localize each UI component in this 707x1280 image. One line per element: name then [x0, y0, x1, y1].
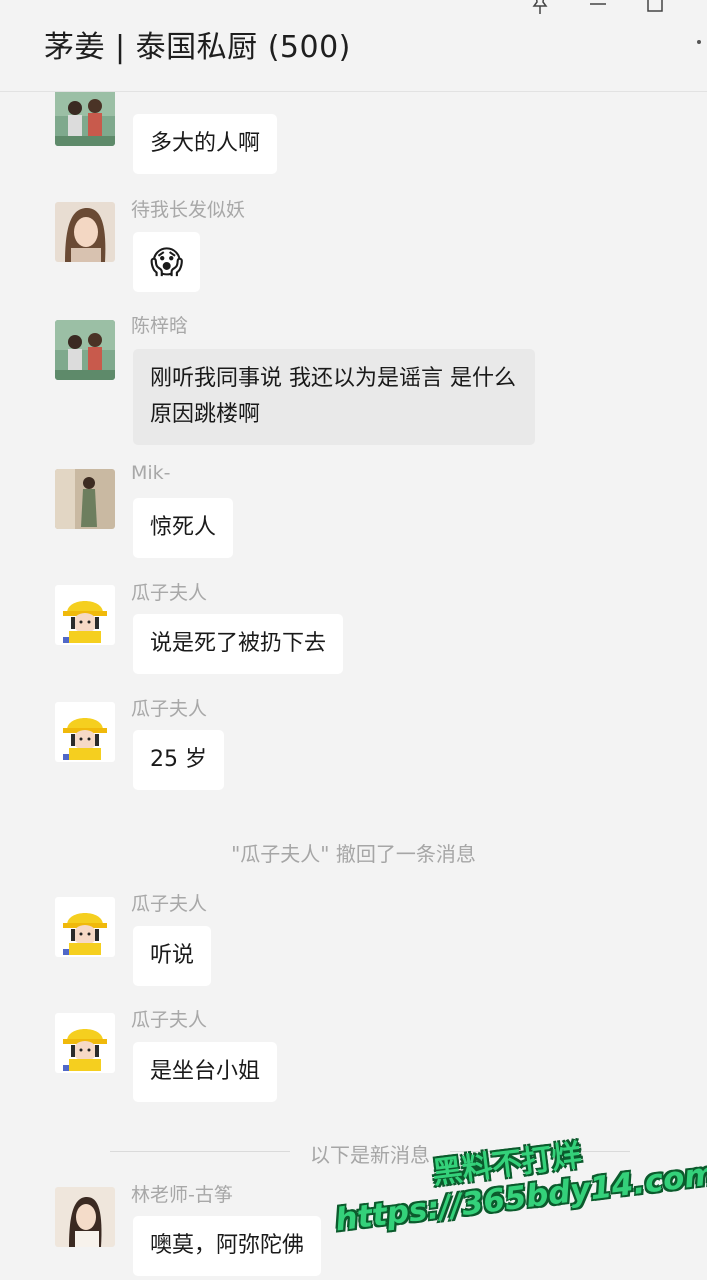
sender-name: 瓜子夫人 — [131, 582, 208, 604]
avatar[interactable] — [55, 469, 115, 529]
message-bubble[interactable]: 多大的人啊 — [133, 114, 278, 174]
avatar[interactable] — [55, 1013, 115, 1073]
sender-name: 瓜子夫人 — [131, 893, 208, 915]
message-bubble[interactable]: 刚听我同事说 我还以为是谣言 是什么原因跳楼啊 — [133, 349, 535, 445]
avatar[interactable] — [55, 320, 115, 380]
message-bubble[interactable]: 是坐台小姐 — [133, 1042, 278, 1102]
sender-name: 林老师-古筝 — [131, 1184, 233, 1206]
watermark: 黑料不打烊 https://365bdy14.com — [320, 1112, 707, 1279]
maximize-button[interactable] — [643, 0, 667, 18]
sender-name: 待我长发似妖 — [131, 199, 246, 221]
minimize-button[interactable] — [586, 0, 610, 18]
chat-title: 茅姜 | 泰国私厨 (500) — [44, 30, 351, 65]
more-options-icon[interactable] — [697, 40, 701, 44]
sender-name: 陈梓晗 — [131, 315, 189, 337]
avatar[interactable] — [55, 897, 115, 957]
avatar[interactable] — [55, 1187, 115, 1247]
message-bubble[interactable]: 😱 — [133, 232, 201, 292]
avatar[interactable] — [55, 202, 115, 262]
chat-window: 茅姜 | 泰国私厨 (500) 多大的人啊 待我长发似妖 😱 陈梓晗 刚听我同事… — [0, 0, 707, 1280]
pin-icon[interactable] — [528, 0, 552, 18]
sender-name: 瓜子夫人 — [131, 1009, 208, 1031]
chat-header: 茅姜 | 泰国私厨 (500) — [0, 0, 707, 92]
message-bubble[interactable]: 惊死人 — [133, 498, 234, 558]
message-bubble[interactable]: 听说 — [133, 926, 212, 986]
sender-name: Mik- — [131, 462, 171, 484]
avatar[interactable] — [55, 86, 115, 146]
recall-notice: "瓜子夫人" 撤回了一条消息 — [231, 842, 476, 866]
message-bubble[interactable]: 噢莫，阿弥陀佛 — [133, 1216, 322, 1276]
message-bubble[interactable]: 25 岁 — [133, 730, 224, 790]
avatar[interactable] — [55, 702, 115, 762]
message-bubble[interactable]: 说是死了被扔下去 — [133, 614, 344, 674]
sender-name: 瓜子夫人 — [131, 698, 208, 720]
avatar[interactable] — [55, 585, 115, 645]
